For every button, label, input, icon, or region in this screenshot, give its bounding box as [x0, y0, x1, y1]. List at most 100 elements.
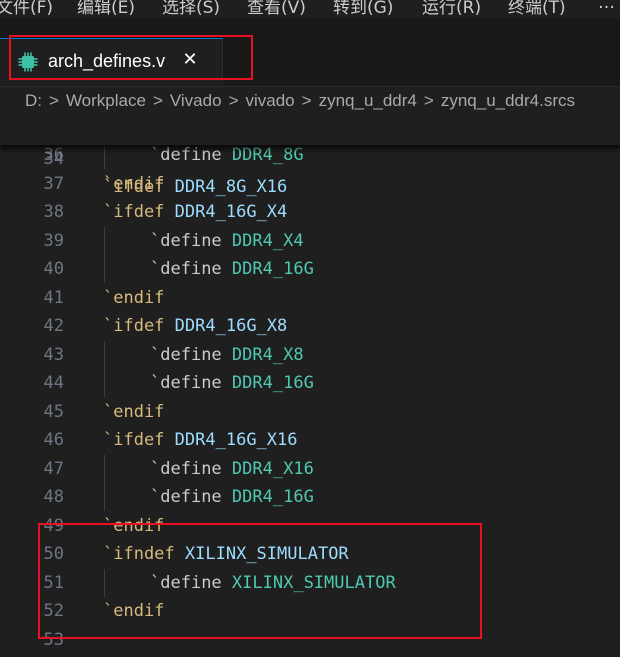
indent-guide — [104, 568, 105, 597]
breadcrumb-item[interactable]: zynq_u_ddr4 — [319, 91, 417, 110]
tab-arch-defines[interactable]: arch_defines.v ✕ — [0, 38, 223, 85]
macro-name: DDR4_16G_X8 — [174, 316, 288, 336]
breadcrumb-item[interactable]: vivado — [246, 91, 295, 110]
code-line[interactable]: 50 `ifndef XILINX_SIMULATOR — [0, 540, 620, 568]
code-line[interactable]: 39 `define DDR4_X4 — [0, 226, 620, 255]
directive-keyword: define — [160, 259, 222, 279]
breadcrumb-item[interactable]: Vivado — [170, 91, 222, 110]
breadcrumb-item[interactable]: Workplace — [66, 91, 146, 110]
breadcrumb: D: > Workplace > Vivado > vivado > zynq_u_ddr4 > z… — [0, 87, 620, 117]
indent-guide — [104, 340, 105, 369]
line-number: 40 — [43, 259, 64, 279]
line-number: 47 — [43, 458, 64, 479]
backtick: ` — [150, 230, 161, 251]
backtick: ` — [150, 145, 161, 165]
code-text: `endif — [103, 512, 164, 540]
line-number: 43 — [43, 344, 64, 365]
code-text: `endif — [103, 284, 164, 312]
line-number: 49 — [43, 515, 64, 536]
line-number: 46 — [43, 430, 64, 450]
line-number: 51 — [43, 572, 64, 593]
code-line[interactable]: 38 `ifdef DDR4_16G_X4 — [0, 198, 620, 226]
macro-name: XILINX_SIMULATOR — [231, 572, 396, 593]
code-line[interactable]: 48 `define DDR4_16G — [0, 483, 620, 511]
backtick: ` — [150, 487, 161, 507]
code-line[interactable]: 53 — [0, 626, 620, 654]
line-number: 44 — [43, 373, 64, 393]
indent-guide — [104, 369, 105, 397]
menu-view[interactable]: 查看(V) — [247, 0, 306, 18]
code-editor[interactable]: 34 `ifdef DDR4_8G_X16 36 `define DDR4_8G 3… — [0, 117, 620, 657]
code-line[interactable]: 47 `define DDR4_X16 — [0, 454, 620, 483]
macro-name: XILINX_SIMULATOR — [184, 544, 349, 564]
code-text: `define DDR4_16G — [150, 483, 314, 511]
code-line[interactable]: 51 `define XILINX_SIMULATOR — [0, 568, 620, 597]
code-line[interactable]: 52 `endif — [0, 597, 620, 625]
indent-guide — [104, 226, 105, 255]
sticky-scroll-line[interactable]: 34 `ifdef DDR4_8G_X16 — [0, 117, 620, 197]
directive-keyword: `ifdef — [103, 316, 165, 336]
chip-icon — [18, 52, 38, 72]
code-text: `ifndef XILINX_SIMULATOR — [103, 540, 349, 568]
code-text: `define DDR4_8G — [150, 141, 304, 169]
code-line[interactable]: 42 `ifdef DDR4_16G_X8 — [0, 312, 620, 340]
line-number: 53 — [43, 629, 64, 650]
indent-guide — [104, 483, 105, 511]
macro-name: DDR4_X8 — [231, 344, 304, 365]
line-number: 39 — [43, 230, 64, 251]
directive-keyword: `ifdef — [103, 202, 165, 222]
code-line[interactable]: 44 `define DDR4_16G — [0, 369, 620, 397]
code-text: `ifdef DDR4_16G_X16 — [103, 426, 298, 454]
menu-go[interactable]: 转到(G) — [333, 0, 393, 18]
directive-keyword: define — [160, 145, 222, 165]
code-line[interactable]: 49 `endif — [0, 512, 620, 540]
code-line[interactable]: 41 `endif — [0, 284, 620, 312]
code-text: `endif — [103, 398, 164, 426]
menu-edit[interactable]: 编辑(E) — [77, 0, 135, 18]
backtick: ` — [150, 572, 161, 593]
code-text: `define XILINX_SIMULATOR — [150, 569, 396, 597]
macro-name: DDR4_X16 — [231, 458, 314, 479]
tab-label: arch_defines.v — [48, 51, 166, 71]
menu-more-button[interactable]: … — [598, 0, 615, 13]
code-text: `endif — [103, 597, 164, 625]
line-number: 34 — [43, 149, 64, 169]
directive-keyword: define — [160, 344, 222, 365]
code-line[interactable]: 43 `define DDR4_X8 — [0, 340, 620, 369]
menu-file[interactable]: 文件(F) — [0, 0, 53, 18]
code-line[interactable]: 40 `define DDR4_16G — [0, 255, 620, 283]
macro-name: DDR4_16G — [231, 487, 314, 507]
backtick: ` — [150, 259, 161, 279]
directive-keyword: `ifdef — [103, 430, 165, 450]
code-line[interactable]: 37 `endif — [0, 170, 620, 198]
directive-keyword: `ifdef — [103, 177, 165, 197]
menu-selection[interactable]: 选择(S) — [162, 0, 220, 18]
macro-name: DDR4_8G — [231, 145, 304, 165]
line-number: 48 — [43, 487, 64, 507]
code-line[interactable]: 46 `ifdef DDR4_16G_X16 — [0, 426, 620, 454]
chevron-right-icon: > — [423, 91, 434, 110]
macro-name: DDR4_16G — [231, 259, 314, 279]
menu-bar: 文件(F) 编辑(E) 选择(S) 查看(V) 转到(G) 运行(R) 终端(T… — [0, 0, 620, 18]
line-number: 45 — [43, 401, 64, 422]
backtick: ` — [150, 344, 161, 365]
directive-keyword: `endif — [103, 401, 165, 422]
code-text: `ifdef DDR4_16G_X4 — [103, 198, 287, 226]
directive-keyword: `endif — [103, 515, 165, 536]
menu-run[interactable]: 运行(R) — [422, 0, 481, 18]
macro-name: DDR4_16G — [231, 373, 314, 393]
menu-terminal[interactable]: 终端(T) — [508, 0, 566, 18]
macro-name: DDR4_8G_X16 — [174, 177, 288, 197]
chevron-right-icon: > — [152, 91, 163, 110]
close-icon[interactable]: ✕ — [180, 50, 200, 70]
breadcrumb-item[interactable]: zynq_u_ddr4.srcs — [441, 91, 575, 110]
chevron-right-icon: > — [228, 91, 239, 110]
line-number: 50 — [43, 544, 64, 564]
indent-guide — [104, 141, 105, 169]
indent-guide — [104, 454, 105, 483]
line-number: 42 — [43, 316, 64, 336]
code-line[interactable]: 45 `endif — [0, 398, 620, 426]
breadcrumb-item[interactable]: D: — [25, 91, 42, 110]
directive-keyword: `endif — [103, 601, 165, 621]
code-line[interactable]: 36 `define DDR4_8G — [0, 141, 620, 169]
